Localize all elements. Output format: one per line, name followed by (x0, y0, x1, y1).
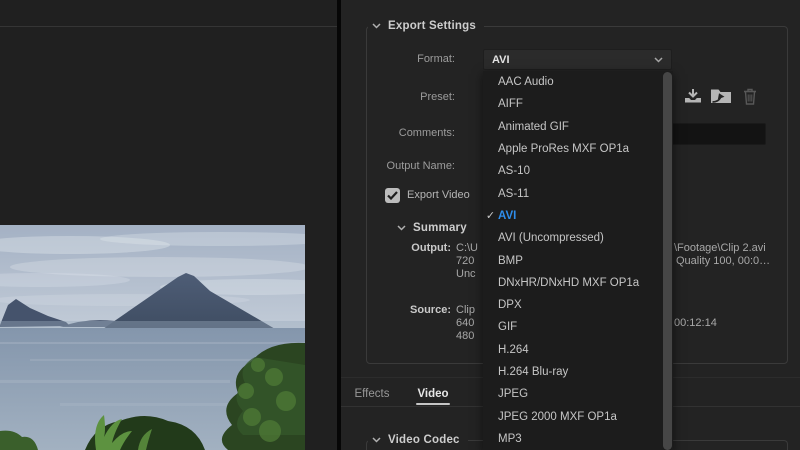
format-option-label: JPEG 2000 MXF OP1a (498, 411, 617, 423)
import-preset-button[interactable] (710, 86, 732, 105)
summary-output-label: Output: (380, 242, 451, 255)
format-option-label: Apple ProRes MXF OP1a (498, 143, 629, 155)
format-option[interactable]: BMP (483, 249, 673, 271)
chevron-down-icon (372, 23, 381, 29)
tab-video[interactable]: Video (415, 387, 451, 402)
format-option-label: BMP (498, 255, 523, 267)
format-option[interactable]: JPEG (483, 383, 673, 405)
dropdown-scrollbar[interactable] (663, 72, 672, 450)
format-option[interactable]: Animated GIF (483, 116, 673, 138)
import-preset-icon (710, 87, 732, 104)
format-option-label: AS-11 (498, 188, 529, 200)
summary-source-line2-right: 00:12:14 (674, 317, 717, 330)
active-tab-underline (416, 403, 450, 405)
video-preview-image (0, 225, 305, 450)
format-option[interactable]: DNxHR/DNxHD MXF OP1a (483, 272, 673, 294)
format-select-value: AVI (492, 54, 510, 66)
summary-source-line3: 480 (456, 330, 474, 343)
format-option[interactable]: MP3 (483, 428, 673, 450)
format-label: Format: (375, 52, 455, 66)
export-settings-dialog: Export Settings Format: AVI Preset: (0, 0, 800, 450)
format-option-label: AVI (498, 210, 516, 222)
format-option[interactable]: DPX (483, 294, 673, 316)
summary-output-line2-right: Quality 100, 00:0… (676, 255, 770, 268)
format-option[interactable]: GIF (483, 316, 673, 338)
format-option-label: AS-10 (498, 165, 530, 177)
chevron-down-icon (397, 225, 406, 231)
format-option[interactable]: H.264 Blu-ray (483, 361, 673, 383)
format-option[interactable]: JPEG 2000 MXF OP1a (483, 405, 673, 427)
format-option[interactable]: AS-11 (483, 182, 673, 204)
chevron-down-icon (654, 57, 663, 63)
format-option-selected[interactable]: ✓AVI (483, 205, 673, 227)
trash-icon (743, 88, 757, 105)
export-settings-header[interactable]: Export Settings (368, 18, 484, 34)
export-video-label: Export Video (407, 189, 470, 202)
video-codec-title: Video Codec (388, 434, 460, 446)
format-option-label: AIFF (498, 98, 523, 110)
summary-output-line1-right: \Footage\Clip 2.avi (674, 242, 766, 255)
video-codec-header[interactable]: Video Codec (368, 432, 468, 448)
save-preset-icon (683, 88, 703, 104)
delete-preset-button[interactable] (742, 87, 758, 105)
format-option-label: JPEG (498, 388, 528, 400)
format-option-label: H.264 (498, 344, 529, 356)
format-option-label: DNxHR/DNxHD MXF OP1a (498, 277, 639, 289)
format-option[interactable]: AIFF (483, 93, 673, 115)
summary-output-line2: 720 (456, 255, 474, 268)
format-option-label: H.264 Blu-ray (498, 366, 568, 378)
format-option-label: GIF (498, 321, 517, 333)
save-preset-button[interactable] (683, 87, 703, 105)
format-option[interactable]: H.264 (483, 339, 673, 361)
format-option[interactable]: AS-10 (483, 160, 673, 182)
format-option-label: AVI (Uncompressed) (498, 232, 604, 244)
format-option[interactable]: AAC Audio (483, 71, 673, 93)
format-option-label: Animated GIF (498, 121, 569, 133)
tab-effects[interactable]: Effects (349, 387, 395, 402)
summary-source-line1: Clip (456, 304, 475, 317)
format-option[interactable]: AVI (Uncompressed) (483, 227, 673, 249)
format-select[interactable]: AVI (483, 49, 672, 70)
format-option-label: MP3 (498, 433, 522, 445)
export-settings-title: Export Settings (388, 20, 476, 32)
format-option-label: AAC Audio (498, 76, 554, 88)
checkmark-icon (387, 191, 398, 200)
summary-source-line2: 640 (456, 317, 474, 330)
format-option-label: DPX (498, 299, 522, 311)
preset-label: Preset: (375, 90, 455, 104)
left-panel-divider-line (0, 26, 337, 27)
summary-title: Summary (413, 222, 467, 234)
export-video-checkbox[interactable] (385, 188, 400, 203)
chevron-down-icon (372, 437, 381, 443)
output-name-label: Output Name: (375, 159, 455, 173)
summary-output-line1: C:\U (456, 242, 478, 255)
comments-label: Comments: (375, 126, 455, 140)
summary-header[interactable]: Summary (393, 220, 475, 236)
summary-output-line3: Unc (456, 268, 476, 281)
format-option[interactable]: Apple ProRes MXF OP1a (483, 138, 673, 160)
format-dropdown-list: AAC Audio AIFF Animated GIF Apple ProRes MX… (483, 71, 673, 450)
check-icon: ✓ (483, 209, 498, 222)
summary-source-label: Source: (380, 304, 451, 317)
